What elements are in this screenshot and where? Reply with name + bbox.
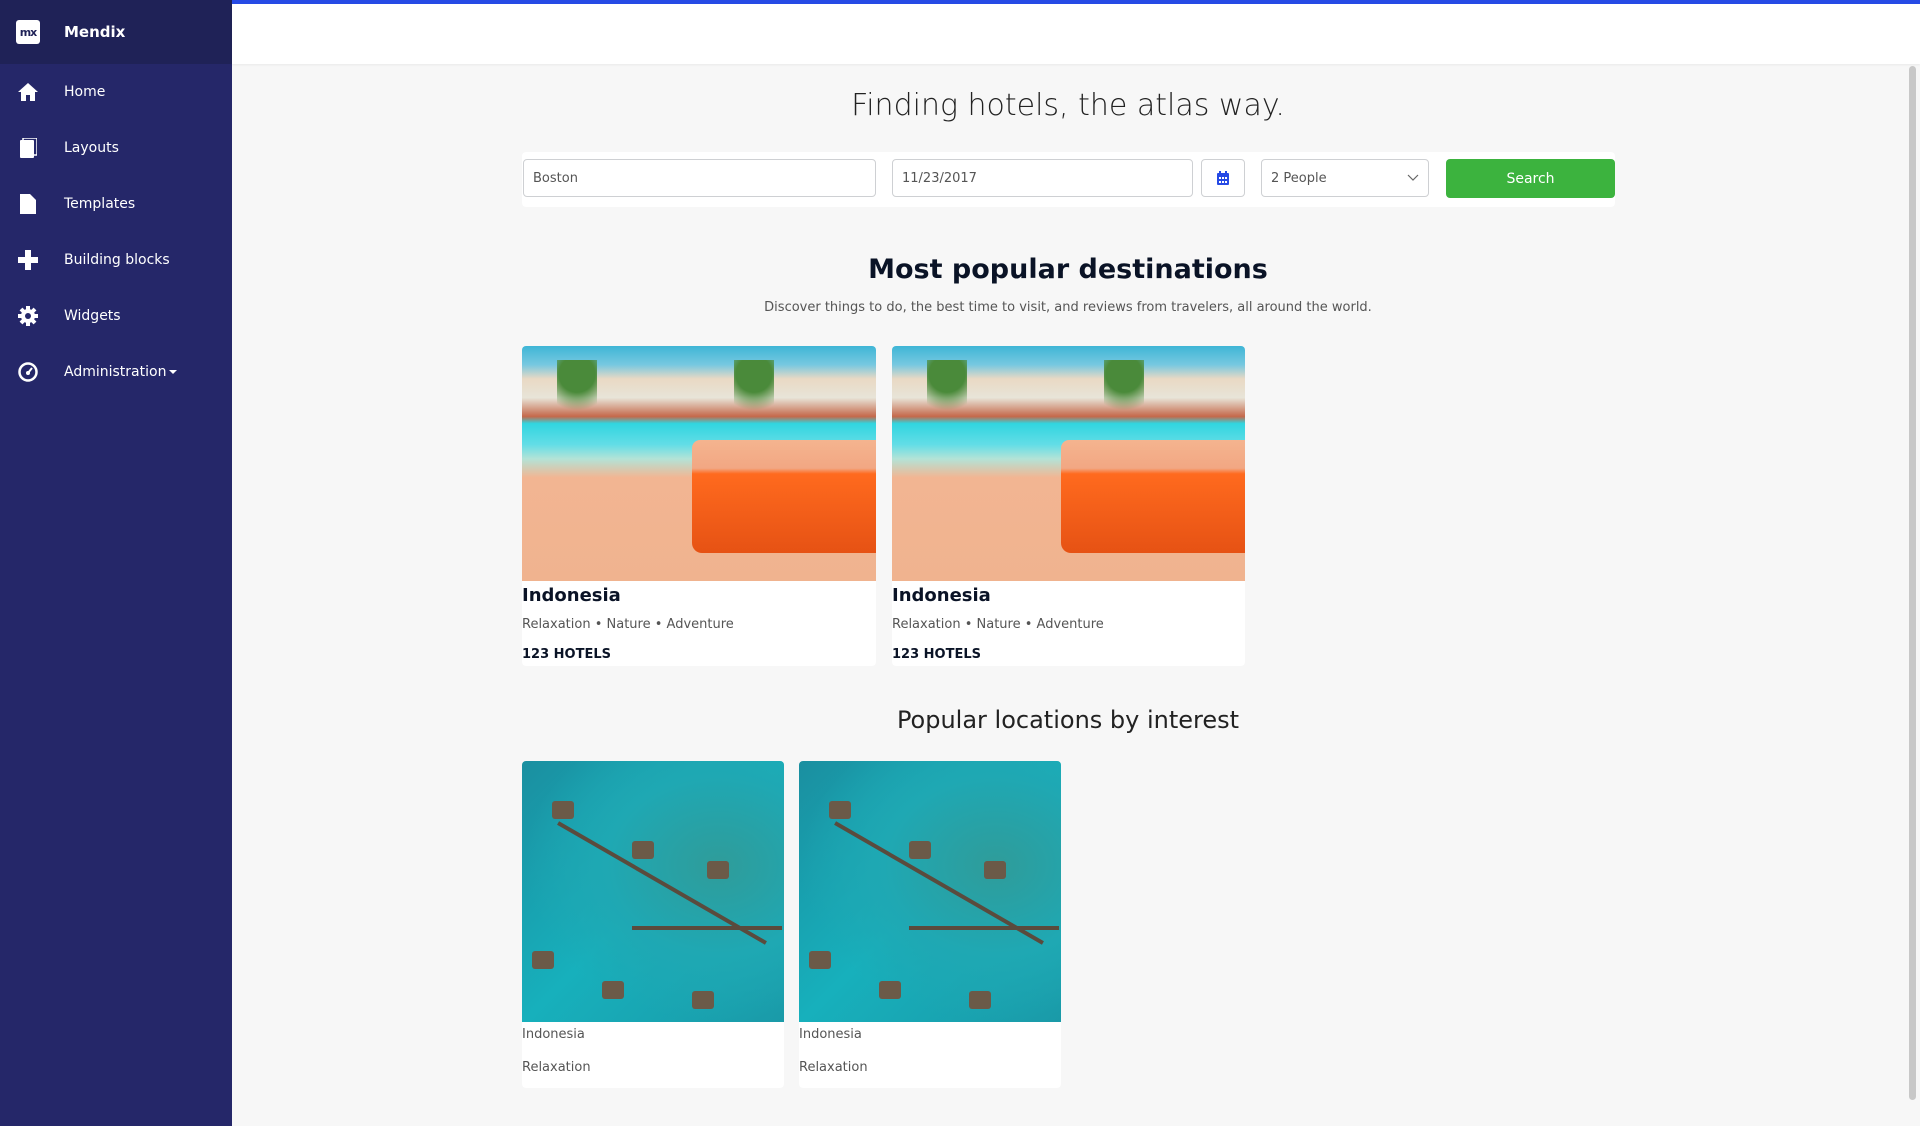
date-input[interactable]: 11/23/2017: [892, 159, 1193, 197]
sidebar-item-label: Building blocks: [64, 252, 170, 268]
brand[interactable]: mx Mendix: [0, 0, 232, 64]
scrollbar[interactable]: [1909, 66, 1916, 1100]
dashboard-icon: [17, 361, 39, 383]
destination-tags: Relaxation • Nature • Adventure: [522, 617, 734, 632]
search-bar: Boston 11/23/2017 2 People Search: [522, 152, 1615, 207]
interest-title: Popular locations by interest: [896, 706, 1240, 734]
popular-destinations-title: Most popular destinations: [868, 254, 1268, 285]
destination-card[interactable]: Indonesia Relaxation • Nature • Adventur…: [522, 346, 876, 666]
location-image: [799, 761, 1061, 1022]
location-image: [522, 761, 784, 1022]
sidebar-item-label: Layouts: [64, 140, 119, 156]
chevron-down-icon: [1407, 174, 1419, 181]
popular-destinations-subtitle: Discover things to do, the best time to …: [764, 300, 1372, 315]
destination-name: Indonesia: [522, 585, 621, 606]
location-card[interactable]: Indonesia Relaxation: [522, 761, 784, 1088]
search-button[interactable]: Search: [1446, 159, 1615, 198]
file-icon: [17, 193, 39, 215]
brand-name: Mendix: [64, 23, 126, 41]
destination-card[interactable]: Indonesia Relaxation • Nature • Adventur…: [892, 346, 1245, 666]
caret-down-icon: [169, 370, 178, 374]
location-card[interactable]: Indonesia Relaxation: [799, 761, 1061, 1088]
plus-icon: [17, 249, 39, 271]
sidebar: mx Mendix Home Layouts Templates Buildin…: [0, 0, 232, 1126]
destination-hotels: 123 HOTELS: [522, 647, 611, 662]
mendix-logo: mx: [16, 20, 40, 44]
top-bar: [232, 0, 1920, 64]
destination-image: [522, 346, 876, 581]
gear-icon: [17, 305, 39, 327]
people-select-value: 2 People: [1271, 170, 1327, 186]
sidebar-item-administration[interactable]: Administration: [0, 344, 232, 400]
sidebar-item-building-blocks[interactable]: Building blocks: [0, 232, 232, 288]
calendar-button[interactable]: [1201, 159, 1245, 197]
location-interest: Relaxation: [522, 1060, 591, 1075]
destination-hotels: 123 HOTELS: [892, 647, 981, 662]
people-select[interactable]: 2 People: [1261, 159, 1429, 197]
calendar-icon: [1217, 171, 1229, 185]
sidebar-item-label: Home: [64, 84, 106, 100]
sidebar-item-layouts[interactable]: Layouts: [0, 120, 232, 176]
sidebar-item-home[interactable]: Home: [0, 64, 232, 120]
sidebar-item-label: Templates: [64, 196, 136, 212]
destination-tags: Relaxation • Nature • Adventure: [892, 617, 1104, 632]
location-input[interactable]: Boston: [523, 159, 876, 197]
sidebar-item-label: Administration: [64, 364, 167, 380]
page-title: Finding hotels, the atlas way.: [851, 88, 1285, 123]
home-icon: [17, 81, 39, 103]
book-icon: [17, 137, 39, 159]
destination-name: Indonesia: [892, 585, 991, 606]
sidebar-item-templates[interactable]: Templates: [0, 176, 232, 232]
location-name: Indonesia: [522, 1027, 585, 1042]
location-name: Indonesia: [799, 1027, 862, 1042]
sidebar-item-widgets[interactable]: Widgets: [0, 288, 232, 344]
location-interest: Relaxation: [799, 1060, 868, 1075]
destination-image: [892, 346, 1245, 581]
sidebar-item-label: Widgets: [64, 308, 121, 324]
